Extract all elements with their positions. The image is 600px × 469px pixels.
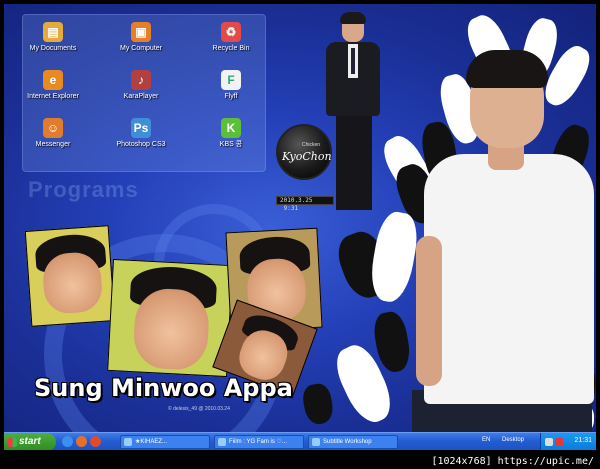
tray-app-icon[interactable] — [555, 438, 563, 446]
taskbar-clock[interactable]: 21:31 — [574, 437, 592, 444]
window-icon — [312, 438, 320, 446]
desktop-toolbar[interactable]: Desktop — [502, 437, 524, 443]
hand-silhouette — [366, 209, 422, 305]
taskbar: start ★KIHAEZ... Fiilm : YG Fam is ♡... … — [4, 432, 596, 450]
hand-silhouette — [300, 381, 336, 427]
task-label: Fiilm : YG Fam is ♡... — [229, 439, 287, 445]
clock-widget-readout: 2010.3.25 9:31 — [276, 196, 334, 212]
recycle-bin-icon: ♻ — [221, 22, 241, 42]
task-label: Subtitle Workshop — [323, 439, 372, 445]
desktop-icon-label: KBS 콩 — [219, 141, 243, 148]
taskbar-button-kihaez[interactable]: ★KIHAEZ... — [120, 435, 210, 449]
collage-photo — [24, 225, 116, 327]
desktop-icon-messenger[interactable]: ☺ Messenger — [18, 118, 88, 149]
language-indicator[interactable]: EN — [482, 437, 490, 443]
programs-label: Programs — [28, 177, 139, 202]
computer-icon: ▣ — [131, 22, 151, 42]
photo-face — [41, 250, 104, 315]
desktop-screen: ▤ My Documents ▣ My Computer ♻ Recycle B… — [4, 4, 596, 450]
tray-app-icon[interactable] — [545, 438, 553, 446]
music-player-icon: ♪ — [131, 70, 151, 90]
main-figure-shirt — [424, 154, 594, 404]
window-icon — [218, 438, 226, 446]
photoshop-icon: Ps — [131, 118, 151, 138]
desktop-icon-flyff[interactable]: F Flyff — [196, 70, 266, 101]
main-figure-arm — [416, 236, 442, 386]
desktop-icon-photoshop[interactable]: Ps Photoshop CS3 — [106, 118, 176, 149]
desktop-icon-my-computer[interactable]: ▣ My Computer — [106, 22, 176, 53]
main-figure-hair — [466, 50, 548, 88]
desktop-icon-label: My Documents — [29, 45, 77, 52]
wallpaper-signature: © delesis_49 @ 2010.03.24 — [168, 406, 230, 412]
suit-figure-legs — [336, 114, 372, 210]
desktop-icon-label: My Computer — [119, 45, 162, 52]
desktop-icon-label: KaraPlayer — [123, 93, 159, 100]
taskbar-button-subtitle-workshop[interactable]: Subtitle Workshop — [308, 435, 398, 449]
flyff-game-icon: F — [221, 70, 241, 90]
quicklaunch-ie-icon[interactable] — [62, 436, 73, 447]
folder-documents-icon: ▤ — [43, 22, 63, 42]
desktop-icon-label: Flyff — [224, 93, 238, 100]
quicklaunch-firefox-icon[interactable] — [76, 436, 87, 447]
desktop-icon-label: Internet Explorer — [27, 93, 79, 100]
internet-explorer-icon: e — [43, 70, 63, 90]
start-button[interactable]: start — [4, 433, 56, 450]
task-label: ★KIHAEZ... — [135, 439, 168, 445]
clock-widget-date: 2010.3.25 — [280, 197, 313, 204]
desktop-icon-label: Messenger — [35, 141, 71, 148]
clock-brand: KyoChon — [282, 150, 332, 163]
kyochon-clock-widget[interactable]: Chicken KyoChon — [276, 124, 332, 180]
desktop-icon-internet-explorer[interactable]: e Internet Explorer — [18, 70, 88, 101]
window-icon — [124, 438, 132, 446]
desktop-icon-label: Recycle Bin — [212, 45, 250, 52]
clock-brand-small: Chicken — [302, 142, 321, 148]
desktop-icon-my-documents[interactable]: ▤ My Documents — [18, 22, 88, 53]
desktop-icon-label: Photoshop CS3 — [116, 141, 166, 148]
taskbar-button-fiilm[interactable]: Fiilm : YG Fam is ♡... — [214, 435, 304, 449]
clock-widget-time: 9:31 — [283, 205, 299, 212]
photo-face — [132, 287, 211, 371]
system-tray: 21:31 — [540, 433, 596, 450]
wallpaper-caption: Sung Minwoo Appa — [34, 374, 293, 402]
start-label: start — [19, 436, 41, 447]
suit-figure-hair — [340, 12, 366, 24]
suit-figure-tie — [351, 48, 355, 74]
desktop-icon-kbs[interactable]: K KBS 콩 — [196, 118, 266, 149]
desktop-icon-recycle-bin[interactable]: ♻ Recycle Bin — [196, 22, 266, 53]
quicklaunch-media-icon[interactable] — [90, 436, 101, 447]
kbs-icon: K — [221, 118, 241, 138]
windows-logo-icon — [8, 438, 17, 447]
messenger-icon: ☺ — [43, 118, 63, 138]
desktop-icon-karaplayer[interactable]: ♪ KaraPlayer — [106, 70, 176, 101]
upic-watermark: [1024x768] https://upic.me/ — [429, 456, 596, 467]
